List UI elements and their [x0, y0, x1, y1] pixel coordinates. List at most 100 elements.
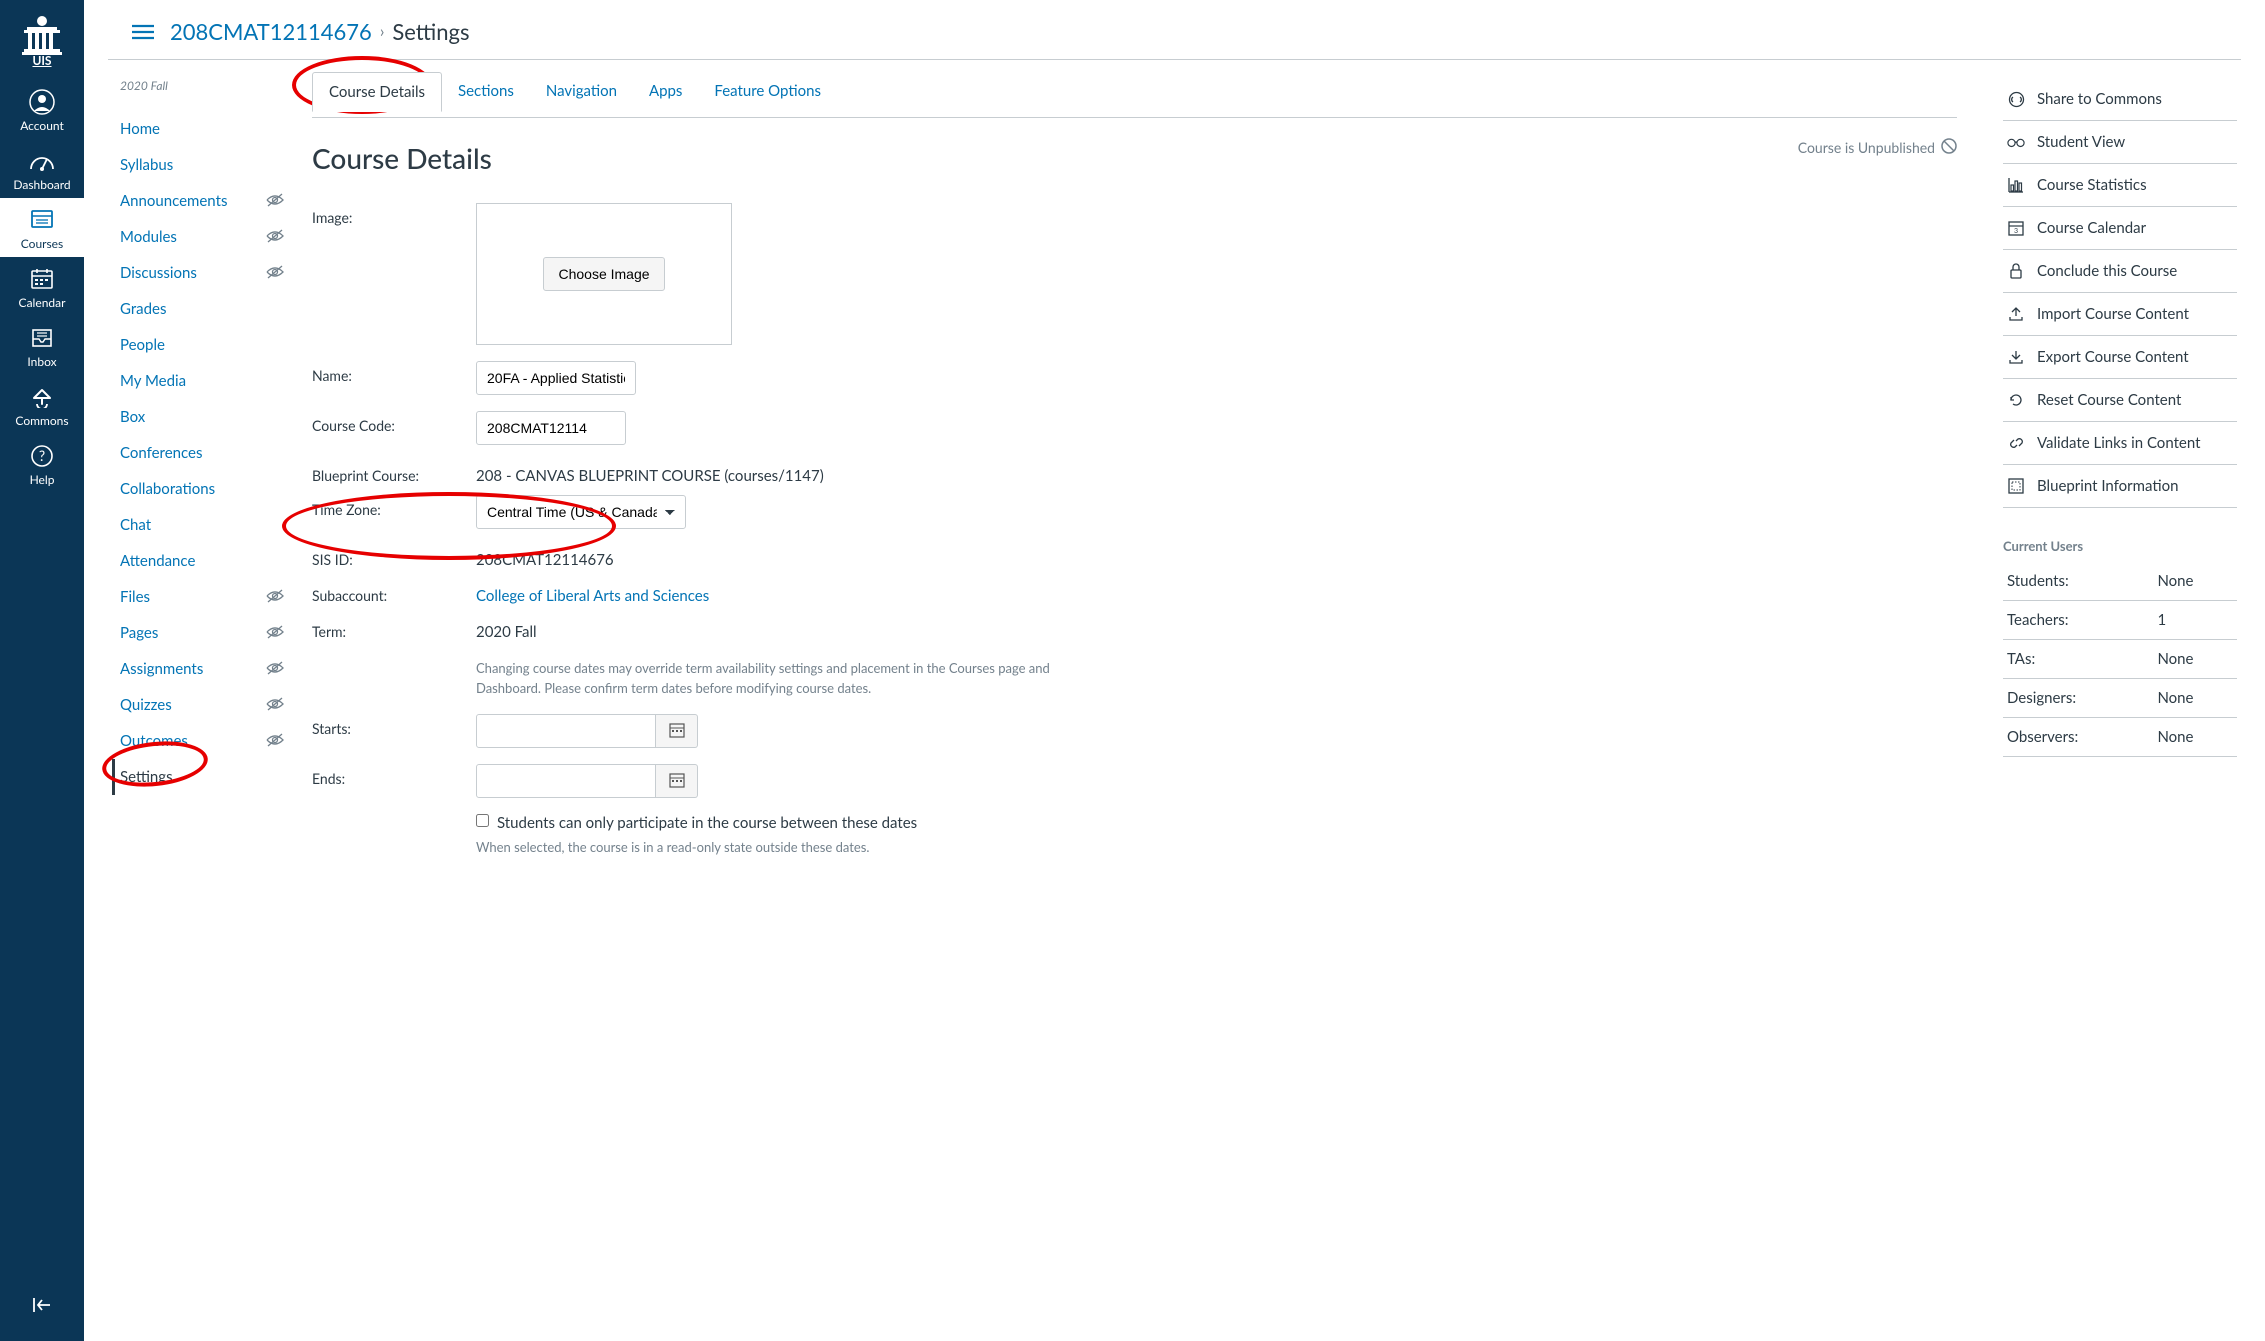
calendar-icon — [30, 265, 54, 293]
term-field-label: Term: — [312, 617, 476, 640]
course-nav-files[interactable]: Files — [112, 579, 260, 615]
action-validate[interactable]: Validate Links in Content — [2003, 422, 2237, 464]
course-nav-syllabus[interactable]: Syllabus — [112, 147, 294, 183]
choose-image-button[interactable]: Choose Image — [543, 257, 664, 291]
main-content: 208CMAT12114676 › Settings 2020 Fall Hom… — [84, 0, 2265, 1341]
action-course-stats[interactable]: Course Statistics — [2003, 164, 2237, 206]
svg-text:UIS: UIS — [32, 53, 51, 67]
page-title: Course Details — [312, 141, 1957, 175]
course-nav-box[interactable]: Box — [112, 399, 294, 435]
hidden-icon — [266, 265, 284, 282]
course-nav-modules[interactable]: Modules — [112, 219, 260, 255]
action-conclude[interactable]: Conclude this Course — [2003, 250, 2237, 292]
course-nav-pages[interactable]: Pages — [112, 615, 260, 651]
svg-text:3: 3 — [2014, 227, 2018, 235]
collapse-nav-button[interactable] — [0, 1283, 84, 1327]
course-nav-quizzes[interactable]: Quizzes — [112, 687, 260, 723]
tab-navigation[interactable]: Navigation — [530, 72, 633, 112]
sis-value: 208CMAT12114676 — [476, 545, 1957, 569]
settings-tabs: Course DetailsSectionsNavigationAppsFeat… — [312, 72, 1957, 112]
user-row: TAs:None — [2003, 640, 2237, 679]
help-icon: ? — [30, 442, 54, 470]
link-icon — [2007, 436, 2025, 450]
ends-input[interactable] — [476, 764, 656, 798]
nav-dashboard[interactable]: Dashboard — [0, 139, 84, 198]
subaccount-link[interactable]: College of Liberal Arts and Sciences — [476, 587, 709, 605]
tz-label: Time Zone: — [312, 495, 476, 518]
hidden-icon — [266, 697, 284, 714]
name-label: Name: — [312, 361, 476, 384]
action-student-view[interactable]: Student View — [2003, 121, 2237, 163]
tab-apps[interactable]: Apps — [633, 72, 698, 112]
code-label: Course Code: — [312, 411, 476, 434]
commons-icon — [2007, 91, 2025, 108]
starts-input[interactable] — [476, 714, 656, 748]
course-image-dropzone[interactable]: Choose Image — [476, 203, 732, 345]
settings-panel: Course DetailsSectionsNavigationAppsFeat… — [294, 60, 1985, 862]
user-row: Observers:None — [2003, 718, 2237, 757]
subaccount-label: Subaccount: — [312, 581, 476, 604]
courses-icon — [29, 206, 55, 234]
course-nav-outcomes[interactable]: Outcomes — [112, 723, 260, 759]
institution-logo[interactable]: UIS — [16, 12, 68, 70]
course-code-input[interactable] — [476, 411, 626, 445]
course-name-input[interactable] — [476, 361, 636, 395]
commons-icon — [30, 383, 54, 411]
course-nav-collaborations[interactable]: Collaborations — [112, 471, 294, 507]
glasses-icon — [2007, 136, 2025, 148]
ends-calendar-button[interactable] — [656, 764, 698, 798]
hidden-icon — [266, 589, 284, 606]
restrict-dates-checkbox[interactable] — [476, 814, 489, 827]
lock-icon — [2007, 263, 2025, 279]
course-nav-announcements[interactable]: Announcements — [112, 183, 260, 219]
breadcrumb: 208CMAT12114676 › Settings — [170, 18, 469, 45]
calendar-icon — [669, 772, 685, 791]
hamburger-menu-button[interactable] — [132, 24, 154, 40]
nav-calendar[interactable]: Calendar — [0, 257, 84, 316]
nav-commons[interactable]: Commons — [0, 375, 84, 434]
nav-inbox[interactable]: Inbox — [0, 316, 84, 375]
action-course-calendar[interactable]: 3Course Calendar — [2003, 207, 2237, 249]
user-row: Teachers:1 — [2003, 601, 2237, 640]
course-nav-attendance[interactable]: Attendance — [112, 543, 294, 579]
current-users-table: Students:NoneTeachers:1TAs:NoneDesigners… — [2003, 562, 2237, 757]
restrict-dates-label: Students can only participate in the cou… — [497, 814, 917, 832]
course-nav-discussions[interactable]: Discussions — [112, 255, 260, 291]
current-users-heading: Current Users — [2003, 538, 2237, 554]
tab-feature-options[interactable]: Feature Options — [698, 72, 837, 112]
action-export[interactable]: Export Course Content — [2003, 336, 2237, 378]
tab-sections[interactable]: Sections — [442, 72, 530, 112]
nav-courses[interactable]: Courses — [0, 198, 84, 257]
breadcrumb-course-link[interactable]: 208CMAT12114676 — [170, 18, 372, 45]
course-nav-grades[interactable]: Grades — [112, 291, 294, 327]
course-nav-chat[interactable]: Chat — [112, 507, 294, 543]
course-nav-settings[interactable]: Settings — [112, 759, 294, 795]
sis-label: SIS ID: — [312, 545, 476, 568]
starts-calendar-button[interactable] — [656, 714, 698, 748]
course-nav: 2020 Fall HomeSyllabusAnnouncementsModul… — [108, 60, 294, 862]
tab-course-details[interactable]: Course Details — [312, 72, 442, 112]
right-sidebar: Share to CommonsStudent ViewCourse Stati… — [1985, 60, 2241, 862]
nav-help[interactable]: ? Help — [0, 434, 84, 493]
timezone-select[interactable]: Central Time (US & Canada) ( — [476, 495, 686, 529]
nav-account[interactable]: Account — [0, 80, 84, 139]
unpublished-icon — [1941, 138, 1957, 157]
starts-label: Starts: — [312, 714, 476, 737]
hidden-icon — [266, 661, 284, 678]
action-blueprint[interactable]: Blueprint Information — [2003, 465, 2237, 507]
stats-icon — [2007, 177, 2025, 193]
action-reset[interactable]: Reset Course Content — [2003, 379, 2237, 421]
image-label: Image: — [312, 203, 476, 226]
course-nav-assignments[interactable]: Assignments — [112, 651, 260, 687]
course-nav-home[interactable]: Home — [112, 111, 294, 147]
calendar-icon — [669, 722, 685, 741]
course-nav-my-media[interactable]: My Media — [112, 363, 294, 399]
action-import[interactable]: Import Course Content — [2003, 293, 2237, 335]
date-help-text: Changing course dates may override term … — [476, 659, 1116, 698]
course-nav-people[interactable]: People — [112, 327, 294, 363]
restrict-dates-help: When selected, the course is in a read-o… — [476, 838, 1116, 858]
hidden-icon — [266, 733, 284, 750]
breadcrumb-separator-icon: › — [380, 22, 385, 41]
course-nav-conferences[interactable]: Conferences — [112, 435, 294, 471]
action-share-commons[interactable]: Share to Commons — [2003, 78, 2237, 120]
